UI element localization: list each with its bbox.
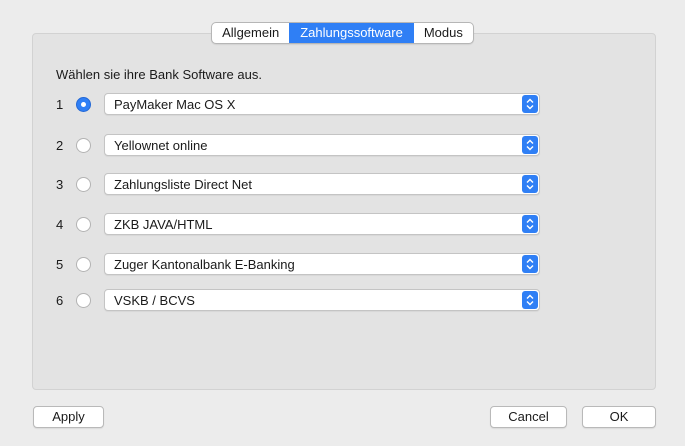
row-number: 2 bbox=[56, 137, 64, 153]
bank-row-6: 6 VSKB / BCVS bbox=[56, 289, 540, 311]
row-number: 5 bbox=[56, 256, 64, 272]
bank-row-2: 2 Yellownet online bbox=[56, 134, 540, 156]
ok-button[interactable]: OK bbox=[582, 406, 656, 428]
bank-row-4: 4 ZKB JAVA/HTML bbox=[56, 213, 540, 235]
tab-bar: Allgemein Zahlungssoftware Modus bbox=[0, 22, 685, 44]
tab-zahlungssoftware[interactable]: Zahlungssoftware bbox=[289, 23, 413, 43]
bank-radio-2[interactable] bbox=[76, 137, 91, 153]
bank-radio-4[interactable] bbox=[76, 216, 91, 232]
chevron-updown-icon bbox=[522, 215, 538, 233]
chevron-updown-icon bbox=[522, 175, 538, 193]
bank-select-2[interactable]: Yellownet online bbox=[104, 134, 540, 156]
bank-row-1: 1 PayMaker Mac OS X bbox=[56, 93, 540, 115]
select-value: Yellownet online bbox=[114, 138, 208, 153]
select-value: PayMaker Mac OS X bbox=[114, 97, 236, 112]
row-number: 1 bbox=[56, 96, 64, 112]
bank-row-3: 3 Zahlungsliste Direct Net bbox=[56, 173, 540, 195]
bank-row-5: 5 Zuger Kantonalbank E-Banking bbox=[56, 253, 540, 275]
select-value: Zuger Kantonalbank E-Banking bbox=[114, 257, 295, 272]
chevron-updown-icon bbox=[522, 95, 538, 113]
row-number: 4 bbox=[56, 216, 64, 232]
apply-button[interactable]: Apply bbox=[33, 406, 104, 428]
row-number: 6 bbox=[56, 292, 64, 308]
select-value: ZKB JAVA/HTML bbox=[114, 217, 213, 232]
select-value: Zahlungsliste Direct Net bbox=[114, 177, 252, 192]
row-number: 3 bbox=[56, 176, 64, 192]
settings-panel bbox=[32, 33, 656, 390]
select-value: VSKB / BCVS bbox=[114, 293, 195, 308]
tab-modus[interactable]: Modus bbox=[412, 23, 473, 43]
bank-select-3[interactable]: Zahlungsliste Direct Net bbox=[104, 173, 540, 195]
chevron-updown-icon bbox=[522, 291, 538, 309]
instruction-text: Wählen sie ihre Bank Software aus. bbox=[56, 67, 262, 82]
bank-select-1[interactable]: PayMaker Mac OS X bbox=[104, 93, 540, 115]
cancel-button[interactable]: Cancel bbox=[490, 406, 567, 428]
bank-radio-6[interactable] bbox=[76, 292, 91, 308]
tab-allgemein[interactable]: Allgemein bbox=[212, 23, 289, 43]
chevron-updown-icon bbox=[522, 136, 538, 154]
bank-select-6[interactable]: VSKB / BCVS bbox=[104, 289, 540, 311]
bank-select-4[interactable]: ZKB JAVA/HTML bbox=[104, 213, 540, 235]
bank-select-5[interactable]: Zuger Kantonalbank E-Banking bbox=[104, 253, 540, 275]
bank-radio-1[interactable] bbox=[76, 96, 91, 112]
bank-radio-5[interactable] bbox=[76, 256, 91, 272]
chevron-updown-icon bbox=[522, 255, 538, 273]
bank-radio-3[interactable] bbox=[76, 176, 91, 192]
